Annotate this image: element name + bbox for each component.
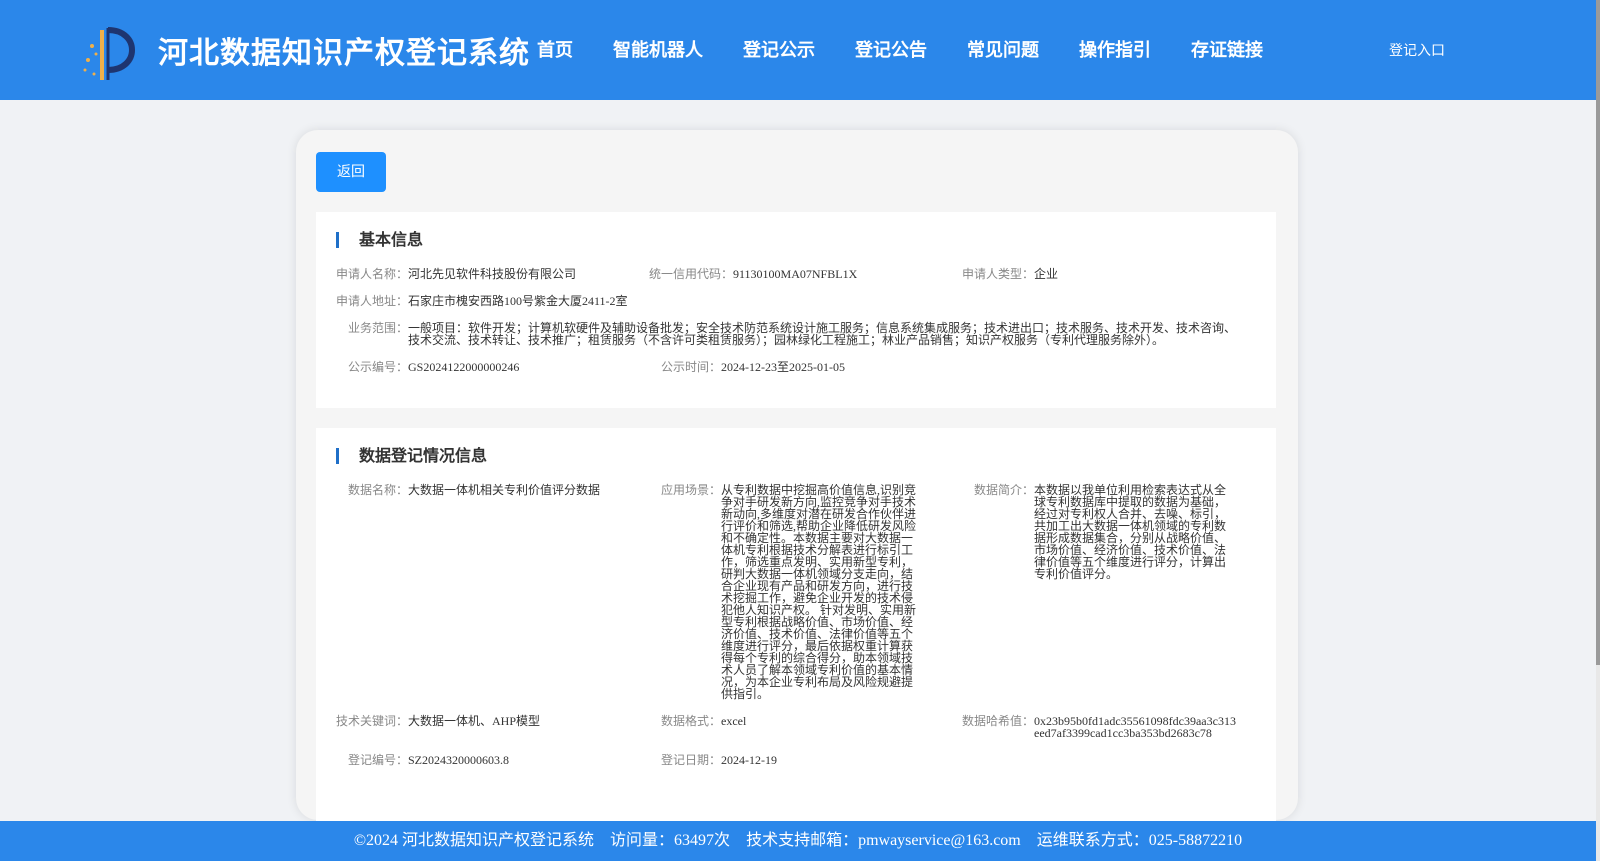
address-value: 石家庄市槐安西路100号紫金大厦2411-2室 bbox=[408, 294, 628, 308]
reg-date-field: 登记日期： 2024-12-19 bbox=[649, 754, 921, 766]
nav-faq[interactable]: 常见问题 bbox=[967, 36, 1039, 62]
registration-info-card: 数据登记情况信息 数据名称： 大数据一体机相关专利价值评分数据 应用场景： 从专… bbox=[316, 428, 1276, 828]
data-name-value: 大数据一体机相关专利价值评分数据 bbox=[408, 483, 601, 497]
scenario-value: 从专利数据中挖掘高价值信息,识别竞争对手研发新方向,监控竞争对手技术新动向,多维… bbox=[721, 483, 917, 701]
nav-publicity[interactable]: 登记公示 bbox=[743, 36, 815, 62]
credit-code-label: 统一信用代码： bbox=[649, 267, 734, 281]
applicant-type-field: 申请人类型： 企业 bbox=[962, 268, 1212, 280]
scrollbar-thumb[interactable] bbox=[1596, 0, 1600, 665]
footer-phone: 运维联系方式：025-58872210 bbox=[1036, 832, 1243, 849]
format-value: excel bbox=[721, 714, 747, 728]
reg-date-value: 2024-12-19 bbox=[721, 753, 777, 767]
page-footer: ©2024 河北数据知识产权登记系统 访问量：63497次 技术支持邮箱：pmw… bbox=[0, 821, 1596, 861]
keywords-value: 大数据一体机、AHP模型 bbox=[408, 714, 541, 728]
hash-value: 0x23b95b0fd1adc35561098fdc39aa3c313eed7a… bbox=[1034, 714, 1236, 740]
applicant-name-value: 河北先见软件科技股份有限公司 bbox=[408, 267, 577, 281]
notice-time-value: 2024-12-23至2025-01-05 bbox=[721, 360, 845, 374]
hash-label: 数据哈希值： bbox=[962, 714, 1035, 728]
address-label: 申请人地址： bbox=[336, 294, 409, 308]
intro-value: 本数据以我单位利用检索表达式从全球专利数据库中提取的数据为基础，经过对专利权人合… bbox=[1034, 483, 1227, 581]
format-field: 数据格式： excel bbox=[649, 715, 921, 727]
hash-field: 数据哈希值： 0x23b95b0fd1adc35561098fdc39aa3c3… bbox=[962, 715, 1242, 739]
business-scope-field: 业务范围： 一般项目：软件开发；计算机软硬件及辅助设备批发；安全技术防范系统设计… bbox=[336, 322, 1246, 346]
keywords-label: 技术关键词： bbox=[336, 714, 409, 728]
reg-no-value: SZ2024320000603.8 bbox=[408, 753, 510, 767]
nav-home[interactable]: 首页 bbox=[537, 36, 573, 62]
nav-evidence-link[interactable]: 存证链接 bbox=[1191, 36, 1263, 62]
detail-panel: 返回 基本信息 申请人名称： 河北先见软件科技股份有限公司 统一信用代码： 91… bbox=[296, 130, 1298, 828]
notice-time-field: 公示时间： 2024-12-23至2025-01-05 bbox=[649, 361, 949, 373]
main-nav: 首页 智能机器人 登记公示 登记公告 常见问题 操作指引 存证链接 bbox=[537, 36, 1303, 62]
format-label: 数据格式： bbox=[660, 714, 721, 728]
applicant-type-value: 企业 bbox=[1034, 267, 1059, 281]
address-field: 申请人地址： 石家庄市槐安西路100号紫金大厦2411-2室 bbox=[336, 295, 936, 307]
intro-label: 数据简介： bbox=[973, 483, 1034, 497]
footer-visits: 访问量：63497次 bbox=[610, 832, 731, 849]
notice-no-value: GS2024122000000246 bbox=[408, 360, 520, 374]
footer-copyright: ©2024 河北数据知识产权登记系统 bbox=[353, 832, 595, 849]
reg-no-label: 登记编号： bbox=[347, 753, 408, 767]
login-link[interactable]: 登记入口 bbox=[1389, 40, 1445, 60]
applicant-name-field: 申请人名称： 河北先见软件科技股份有限公司 bbox=[336, 268, 636, 280]
system-title: 河北数据知识产权登记系统 bbox=[158, 36, 530, 71]
nav-announcement[interactable]: 登记公告 bbox=[855, 36, 927, 62]
intro-field: 数据简介： 本数据以我单位利用检索表达式从全球专利数据库中提取的数据为基础，经过… bbox=[962, 484, 1234, 580]
nav-robot[interactable]: 智能机器人 bbox=[613, 36, 703, 62]
credit-code-value: 91130100MA07NFBL1X bbox=[733, 267, 858, 281]
back-button[interactable]: 返回 bbox=[316, 152, 386, 192]
basic-info-card: 基本信息 申请人名称： 河北先见软件科技股份有限公司 统一信用代码： 91130… bbox=[316, 212, 1276, 408]
data-name-label: 数据名称： bbox=[347, 483, 408, 497]
footer-email: 技术支持邮箱：pmwayservice@163.com bbox=[746, 832, 1021, 849]
credit-code-field: 统一信用代码： 91130100MA07NFBL1X bbox=[649, 268, 949, 280]
registration-info-title: 数据登记情况信息 bbox=[336, 448, 487, 464]
data-name-field: 数据名称： 大数据一体机相关专利价值评分数据 bbox=[336, 484, 636, 496]
scenario-field: 应用场景： 从专利数据中挖掘高价值信息,识别竞争对手研发新方向,监控竞争对手技术… bbox=[649, 484, 921, 700]
reg-date-label: 登记日期： bbox=[660, 753, 721, 767]
applicant-name-label: 申请人名称： bbox=[336, 267, 409, 281]
keywords-field: 技术关键词： 大数据一体机、AHP模型 bbox=[336, 715, 636, 727]
logo-icon bbox=[83, 27, 135, 80]
basic-info-title: 基本信息 bbox=[336, 232, 423, 248]
top-header: 河北数据知识产权登记系统 首页 智能机器人 登记公示 登记公告 常见问题 操作指… bbox=[0, 0, 1596, 100]
business-scope-label: 业务范围： bbox=[347, 321, 408, 335]
notice-no-field: 公示编号： GS2024122000000246 bbox=[336, 361, 636, 373]
notice-time-label: 公示时间： bbox=[660, 360, 721, 374]
nav-guide[interactable]: 操作指引 bbox=[1079, 36, 1151, 62]
reg-no-field: 登记编号： SZ2024320000603.8 bbox=[336, 754, 636, 766]
applicant-type-label: 申请人类型： bbox=[962, 267, 1035, 281]
scenario-label: 应用场景： bbox=[660, 483, 721, 497]
notice-no-label: 公示编号： bbox=[347, 360, 408, 374]
business-scope-value: 一般项目：软件开发；计算机软硬件及辅助设备批发；安全技术防范系统设计施工服务；信… bbox=[408, 321, 1237, 347]
